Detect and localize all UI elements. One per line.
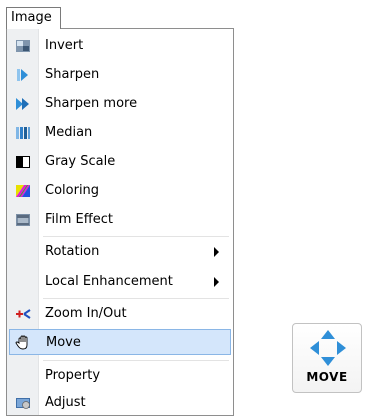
menu-item-label: Property [45, 368, 101, 383]
image-dropdown-menu: Invert Sharpen Sharpen more Median Gray … [6, 28, 234, 416]
menu-item-sharpen-more[interactable]: Sharpen more [9, 91, 231, 117]
menu-separator [43, 298, 229, 299]
menu-item-gray-scale[interactable]: Gray Scale [9, 149, 231, 175]
menu-item-label: Coloring [45, 183, 100, 198]
coloring-icon [16, 185, 30, 197]
median-icon [16, 127, 30, 139]
submenu-arrow-icon [214, 247, 219, 257]
menu-item-rotation[interactable]: Rotation [9, 239, 231, 265]
gray-scale-icon [16, 156, 30, 168]
menu-item-label: Median [45, 125, 93, 140]
menu-item-property[interactable]: Property [9, 363, 231, 389]
menu-separator [43, 360, 229, 361]
menu-separator [43, 236, 229, 237]
menu-item-label: Rotation [45, 244, 100, 259]
menu-item-sharpen[interactable]: Sharpen [9, 62, 231, 88]
menu-item-label: Gray Scale [45, 154, 116, 169]
menu-item-coloring[interactable]: Coloring [9, 178, 231, 204]
invert-icon [16, 40, 30, 52]
menu-item-label: Adjust [45, 395, 86, 410]
sharpen-more-icon [16, 98, 29, 110]
menu-item-zoom[interactable]: Zoom In/Out [9, 301, 231, 327]
submenu-arrow-icon [214, 277, 219, 287]
menu-item-label: Sharpen [45, 67, 100, 82]
menu-item-adjust[interactable]: Adjust [9, 390, 231, 416]
menu-item-label: Move [46, 335, 81, 350]
move-button-label: MOVE [306, 370, 348, 384]
menu-item-label: Zoom In/Out [45, 306, 127, 321]
menu-item-local-enhancement[interactable]: Local Enhancement [9, 269, 231, 295]
move-arrows-icon [310, 330, 346, 366]
menu-title-image[interactable]: Image [6, 7, 61, 29]
menu-item-label: Local Enhancement [45, 274, 173, 289]
move-button[interactable]: MOVE [292, 323, 362, 393]
menu-item-invert[interactable]: Invert [9, 33, 231, 59]
menu-item-median[interactable]: Median [9, 120, 231, 146]
menu-item-label: Invert [45, 38, 84, 53]
zoom-icon [16, 309, 31, 319]
sharpen-icon [17, 69, 28, 81]
hand-icon [15, 335, 28, 350]
menu-item-film-effect[interactable]: Film Effect [9, 207, 231, 233]
menu-item-label: Sharpen more [45, 96, 138, 111]
menu-item-move[interactable]: Move [9, 329, 231, 355]
adjust-icon [16, 398, 30, 409]
menu-item-label: Film Effect [45, 212, 113, 227]
film-effect-icon [16, 214, 30, 226]
